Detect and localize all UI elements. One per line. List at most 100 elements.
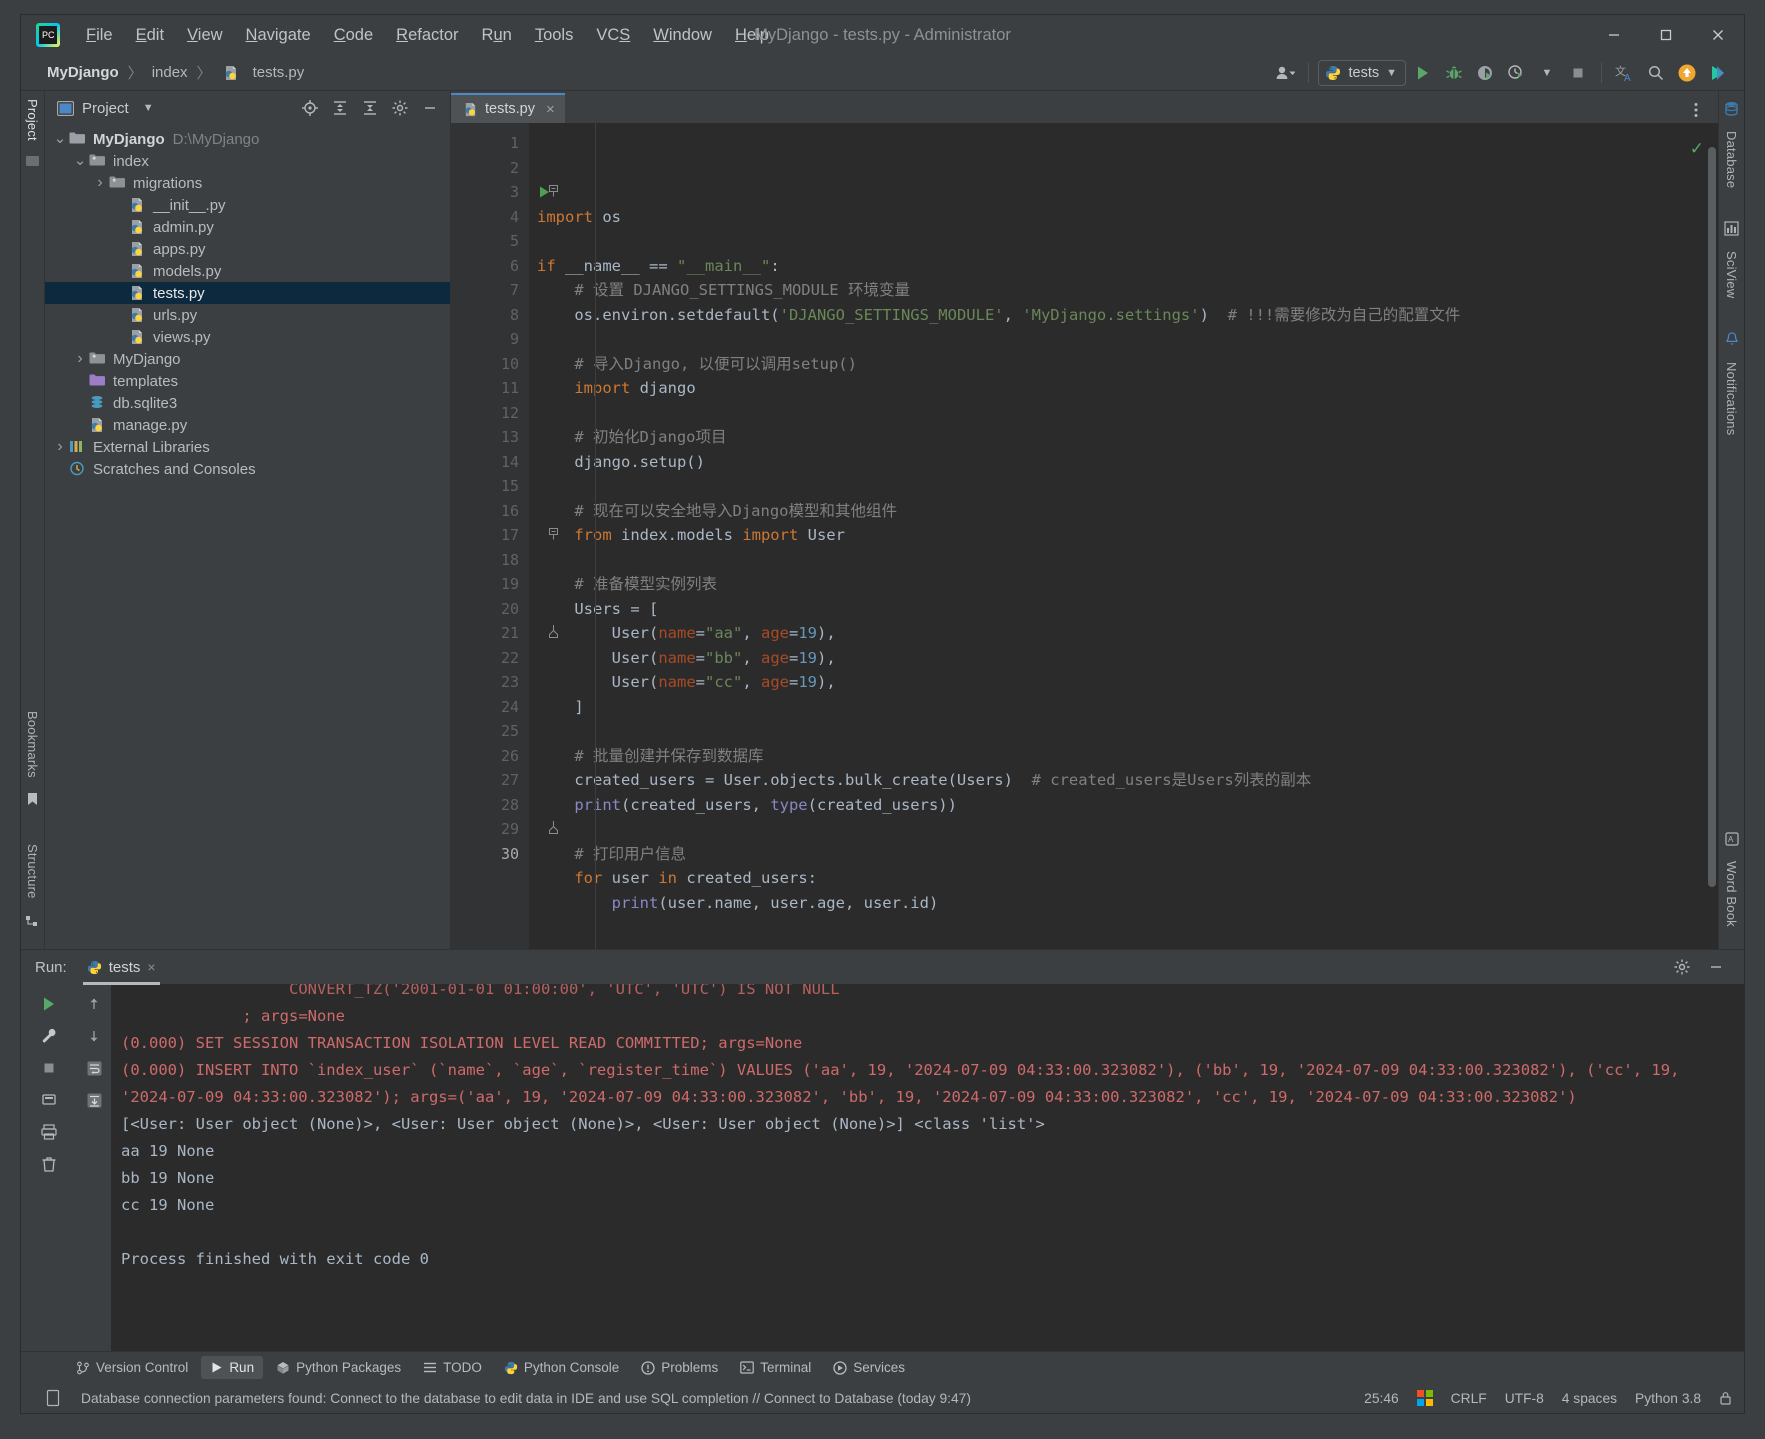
rail-item-project[interactable]: Project — [25, 91, 40, 149]
profile-button[interactable] — [1502, 60, 1530, 86]
line-number[interactable]: 14 — [451, 450, 529, 475]
caret-position[interactable]: 25:46 — [1364, 1391, 1399, 1406]
tree-item-models-py[interactable]: models.py — [45, 260, 450, 282]
run-tab-tests[interactable]: tests × — [81, 956, 162, 985]
rail-item-sciview[interactable]: SciView — [1724, 243, 1739, 306]
event-log-icon[interactable] — [45, 1389, 61, 1407]
line-number-gutter[interactable]: 1 2 3 4 5 6 7 8 9 10 11 12 13 14 15 16 17 18 19 20 21 22 23 24 2… — [451, 123, 558, 949]
tree-item-mydjango[interactable]: › MyDjango — [45, 348, 450, 370]
menu-help[interactable]: Help — [724, 22, 780, 49]
chevron-down-icon[interactable]: ▼ — [1533, 60, 1561, 86]
editor-tab-tests-py[interactable]: tests.py × — [451, 93, 565, 123]
line-number[interactable]: 4 — [451, 205, 529, 230]
trash-icon[interactable] — [35, 1150, 63, 1178]
line-number[interactable]: 28 — [451, 793, 529, 818]
code-line[interactable]: # 准备模型实例列表 — [537, 572, 1718, 597]
bookmark-icon[interactable] — [26, 792, 39, 807]
code-line[interactable] — [537, 548, 1718, 573]
tool-window-button-problems[interactable]: Problems — [632, 1356, 727, 1379]
line-number[interactable]: 17 — [451, 523, 558, 548]
expand-all-icon[interactable] — [326, 95, 354, 121]
code-line[interactable]: # 打印用户信息 — [537, 842, 1718, 867]
hide-panel-icon[interactable] — [1702, 954, 1730, 980]
line-number[interactable]: 11 — [451, 376, 529, 401]
line-number[interactable]: 6 — [451, 254, 529, 279]
line-number[interactable]: 22 — [451, 646, 529, 671]
tree-item-templates[interactable]: templates — [45, 370, 450, 392]
breadcrumb[interactable]: MyDjango 〉 index 〉 tests.py — [21, 62, 308, 83]
code-line[interactable]: Users = [ — [537, 597, 1718, 622]
maximize-button[interactable] — [1640, 15, 1692, 55]
run-configuration-selector[interactable]: tests ▼ — [1318, 59, 1406, 86]
code-line[interactable]: if __name__ == "__main__": — [537, 254, 1718, 279]
chevron-right-icon[interactable]: › — [51, 438, 69, 456]
tree-item-mydjango[interactable]: ⌄ MyDjango D:\MyDjango — [45, 128, 450, 150]
code-line[interactable] — [537, 401, 1718, 426]
code-line[interactable] — [537, 719, 1718, 744]
rerun-icon[interactable] — [35, 990, 63, 1018]
code-line[interactable]: # 导入Django, 以便可以调用setup() — [537, 352, 1718, 377]
chevron-down-icon[interactable]: ▼ — [1386, 67, 1397, 79]
chevron-right-icon[interactable]: › — [71, 350, 89, 368]
code-line[interactable]: ] — [537, 695, 1718, 720]
code-line[interactable]: # 初始化Django项目 — [537, 425, 1718, 450]
collapse-all-icon[interactable] — [356, 95, 384, 121]
code-line[interactable]: # 现在可以安全地导入Django模型和其他组件 — [537, 499, 1718, 524]
menu-bar[interactable]: File Edit View Navigate Code Refactor Ru… — [75, 22, 780, 49]
code-line[interactable]: os.environ.setdefault('DJANGO_SETTINGS_M… — [537, 303, 1718, 328]
notifications-icon[interactable] — [1725, 332, 1739, 347]
tool-window-button-run[interactable]: Run — [201, 1356, 264, 1379]
code-line[interactable]: User(name="cc", age=19), — [537, 670, 1718, 695]
tree-item--init-py[interactable]: __init__.py — [45, 194, 450, 216]
code-line[interactable] — [537, 327, 1718, 352]
word-book-icon[interactable]: A — [1724, 832, 1739, 846]
line-separator[interactable]: CRLF — [1451, 1391, 1487, 1406]
tree-item-db-sqlite3[interactable]: db.sqlite3 — [45, 392, 450, 414]
menu-vcs[interactable]: VCS — [585, 22, 641, 49]
code-line[interactable]: import os — [537, 205, 1718, 230]
line-number[interactable]: 21 — [451, 621, 558, 646]
line-number[interactable]: 19 — [451, 572, 529, 597]
rail-item-bookmarks[interactable]: Bookmarks — [25, 703, 40, 786]
chevron-down-icon[interactable]: ⌄ — [51, 131, 69, 146]
breadcrumb-item-project[interactable]: MyDjango — [43, 62, 123, 83]
hide-panel-icon[interactable] — [416, 95, 444, 121]
code-editor[interactable]: 1 2 3 4 5 6 7 8 9 10 11 12 13 14 15 16 17 18 19 20 21 22 23 24 2… — [451, 123, 1718, 949]
line-number[interactable]: 20 — [451, 597, 529, 622]
project-tree[interactable]: ⌄ MyDjango D:\MyDjango ⌄ index › migrations __… — [45, 125, 450, 949]
run-with-coverage-button[interactable] — [1471, 60, 1499, 86]
line-number[interactable]: 9 — [451, 327, 529, 352]
line-number[interactable]: 16 — [451, 499, 529, 524]
line-number[interactable]: 15 — [451, 474, 529, 499]
tree-item-index[interactable]: ⌄ index — [45, 150, 450, 172]
rail-item-notifications[interactable]: Notifications — [1724, 354, 1739, 443]
editor-options-icon[interactable] — [1682, 97, 1710, 123]
rail-item-word-book[interactable]: Word Book — [1724, 853, 1739, 935]
menu-file[interactable]: File — [75, 22, 124, 49]
bookmark-icon[interactable] — [35, 1086, 63, 1114]
tree-item-apps-py[interactable]: apps.py — [45, 238, 450, 260]
code-line[interactable]: created_users = User.objects.bulk_create… — [537, 768, 1718, 793]
lock-icon[interactable] — [1719, 1390, 1732, 1406]
line-number[interactable]: 23 — [451, 670, 529, 695]
tree-item-scratches-and-consoles[interactable]: Scratches and Consoles — [45, 458, 450, 480]
menu-edit[interactable]: Edit — [125, 22, 175, 49]
inspection-status-icon[interactable]: ✓ — [1690, 139, 1704, 159]
python-interpreter[interactable]: Python 3.8 — [1635, 1391, 1701, 1406]
sciview-icon[interactable] — [1724, 221, 1739, 236]
line-number[interactable]: 5 — [451, 229, 529, 254]
chevron-right-icon[interactable]: › — [91, 174, 109, 192]
database-icon[interactable] — [1724, 101, 1739, 116]
tool-window-button-terminal[interactable]: Terminal — [731, 1356, 820, 1379]
code-line[interactable]: from index.models import User — [537, 523, 1718, 548]
minimize-button[interactable] — [1588, 15, 1640, 55]
line-number[interactable]: 29 — [451, 817, 558, 842]
status-message[interactable]: Database connection parameters found: Co… — [81, 1391, 971, 1406]
code-line[interactable]: # 设置 DJANGO_SETTINGS_MODULE 环境变量 — [537, 278, 1718, 303]
settings-gear-icon[interactable] — [1668, 954, 1696, 980]
code-line[interactable] — [537, 474, 1718, 499]
user-icon[interactable] — [1271, 60, 1299, 86]
locate-icon[interactable] — [296, 95, 324, 121]
tool-window-button-todo[interactable]: TODO — [414, 1356, 491, 1379]
tool-window-button-version-control[interactable]: Version Control — [67, 1356, 197, 1379]
